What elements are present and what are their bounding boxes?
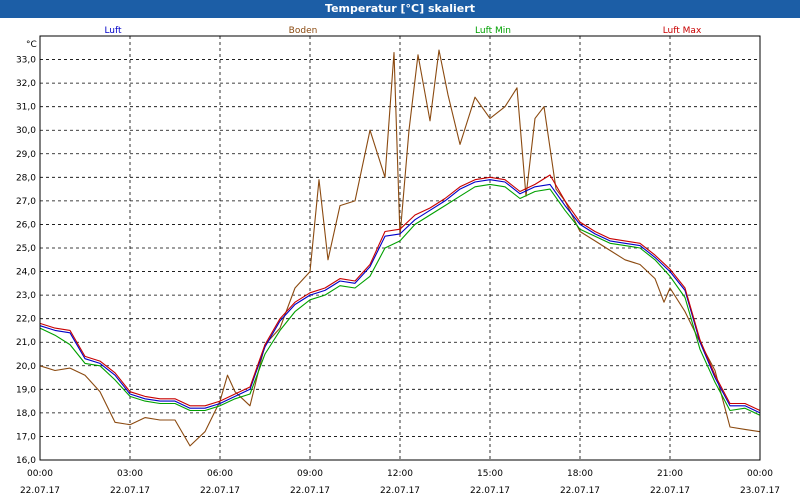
legend-entry-luft-max: Luft Max (663, 26, 702, 36)
x-tick-date-label: 22.07.17 (470, 486, 510, 496)
x-tick-date-label: 22.07.17 (200, 486, 240, 496)
x-tick-time-label: 00:00 (27, 469, 53, 479)
y-tick-label: 17,0 (16, 432, 36, 442)
legend-entry-luft-min: Luft Min (475, 26, 511, 36)
x-tick-time-label: 09:00 (297, 469, 323, 479)
x-tick-date-label: 22.07.17 (290, 486, 330, 496)
x-tick-time-label: 12:00 (387, 469, 413, 479)
x-tick-date-label: 22.07.17 (110, 486, 150, 496)
y-tick-label: 31,0 (16, 103, 36, 113)
x-tick-labels: 00:00 22.07.17 03:00 22.07.17 06:00 22.07.17 0… (20, 469, 780, 496)
x-tick-time-label: 18:00 (567, 469, 593, 479)
y-tick-label: 32,0 (16, 79, 36, 89)
y-tick-label: 30,0 (16, 126, 36, 136)
y-tick-label: 24,0 (16, 268, 36, 278)
y-tick-label: 25,0 (16, 244, 36, 254)
x-tick-date-label: 23.07.17 (740, 486, 780, 496)
y-axis-unit-label: °C (26, 40, 37, 50)
x-tick-time-label: 21:00 (657, 469, 683, 479)
legend-entry-boden: Boden (289, 26, 318, 36)
y-tick-label: 21,0 (16, 338, 36, 348)
legend: Luft Boden Luft Min Luft Max (104, 26, 702, 36)
x-tick-time-label: 00:00 (747, 469, 773, 479)
y-tick-label: 29,0 (16, 150, 36, 160)
y-tick-label: 28,0 (16, 173, 36, 183)
x-tick-date-label: 22.07.17 (650, 486, 690, 496)
x-tick-date-label: 22.07.17 (380, 486, 420, 496)
y-tick-label: 18,0 (16, 409, 36, 419)
y-tick-label: 33,0 (16, 56, 36, 66)
y-tick-label: 20,0 (16, 362, 36, 372)
y-tick-label: 27,0 (16, 197, 36, 207)
x-tick-date-label: 22.07.17 (560, 486, 600, 496)
y-tick-label: 22,0 (16, 315, 36, 325)
y-tick-label: 19,0 (16, 385, 36, 395)
x-tick-time-label: 03:00 (117, 469, 143, 479)
y-tick-label: 26,0 (16, 220, 36, 230)
temperature-chart: 16,0 17,0 18,0 19,0 20,0 21,0 22,0 23,0 24,0 25,0… (16, 26, 780, 496)
y-tick-label: 23,0 (16, 291, 36, 301)
x-tick-time-label: 06:00 (207, 469, 233, 479)
y-tick-labels: 16,0 17,0 18,0 19,0 20,0 21,0 22,0 23,0 24,0 25,0… (16, 56, 36, 466)
x-tick-time-label: 15:00 (477, 469, 503, 479)
y-tick-label: 16,0 (16, 456, 36, 466)
legend-entry-luft: Luft (104, 26, 122, 36)
chart-window: Temperatur [°C] skaliert 16,0 17,0 18,0 19,… (0, 0, 800, 500)
x-tick-date-label: 22.07.17 (20, 486, 60, 496)
